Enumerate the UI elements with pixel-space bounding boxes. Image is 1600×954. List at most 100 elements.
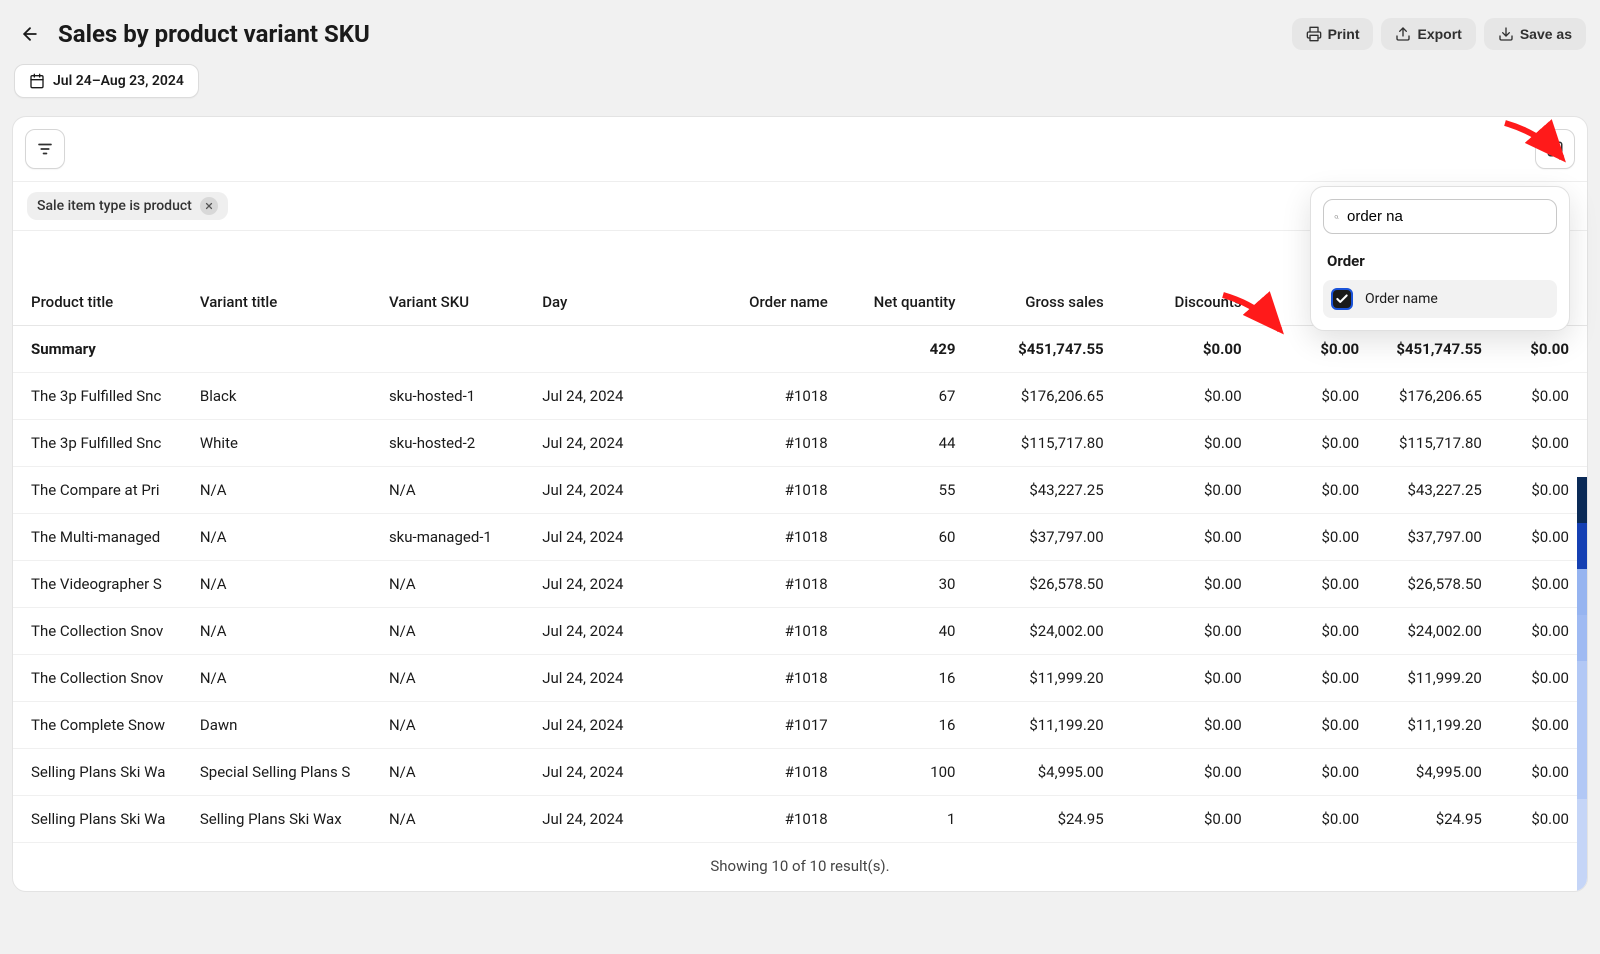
- cell-v3: $0.00: [1490, 420, 1587, 467]
- cell-product: The 3p Fulfilled Snc: [13, 420, 192, 467]
- cell-disc: $0.00: [1112, 655, 1250, 702]
- check-icon: [1335, 292, 1349, 306]
- col-discounts[interactable]: Discounts: [1112, 231, 1250, 326]
- printer-icon: [1306, 26, 1322, 42]
- cell-disc: $0.00: [1112, 561, 1250, 608]
- cell-product: The 3p Fulfilled Snc: [13, 373, 192, 420]
- summary-net-qty: 429: [836, 326, 964, 373]
- cell-v1: $0.00: [1250, 749, 1368, 796]
- cell-sku: sku-hosted-2: [381, 420, 534, 467]
- cell-disc: $0.00: [1112, 420, 1250, 467]
- col-variant-sku[interactable]: Variant SKU: [381, 231, 534, 326]
- cell-variant: White: [192, 420, 381, 467]
- back-button[interactable]: [14, 18, 46, 50]
- table-row[interactable]: Selling Plans Ski WaSpecial Selling Plan…: [13, 749, 1587, 796]
- cell-v1: $0.00: [1250, 702, 1368, 749]
- cell-disc: $0.00: [1112, 749, 1250, 796]
- cell-gross: $115,717.80: [963, 420, 1111, 467]
- cell-sku: N/A: [381, 655, 534, 702]
- col-order-name[interactable]: Order name: [672, 231, 836, 326]
- cell-order: #1018: [672, 796, 836, 843]
- date-range-label: Jul 24–Aug 23, 2024: [53, 73, 184, 89]
- print-button[interactable]: Print: [1292, 18, 1374, 50]
- result-count: Showing 10 of 10 result(s).: [13, 842, 1587, 891]
- col-product-title[interactable]: Product title: [13, 231, 192, 326]
- table-row[interactable]: The Videographer SN/AN/AJul 24, 2024#101…: [13, 561, 1587, 608]
- cell-gross: $43,227.25: [963, 467, 1111, 514]
- cell-qty: 16: [836, 655, 964, 702]
- cell-qty: 1: [836, 796, 964, 843]
- cell-order: #1018: [672, 514, 836, 561]
- save-as-button[interactable]: Save as: [1484, 18, 1586, 50]
- cell-product: Selling Plans Ski Wa: [13, 749, 192, 796]
- cell-sku: sku-managed-1: [381, 514, 534, 561]
- cell-qty: 40: [836, 608, 964, 655]
- summary-v2: $451,747.55: [1367, 326, 1490, 373]
- cell-gross: $37,797.00: [963, 514, 1111, 561]
- table-row[interactable]: The Collection SnovN/AN/AJul 24, 2024#10…: [13, 655, 1587, 702]
- cell-v1: $0.00: [1250, 514, 1368, 561]
- cell-v1: $0.00: [1250, 561, 1368, 608]
- cell-sku: N/A: [381, 561, 534, 608]
- remove-filter-button[interactable]: [200, 197, 218, 215]
- cell-v2: $11,199.20: [1367, 702, 1490, 749]
- column-search-wrap[interactable]: [1323, 199, 1557, 234]
- color-bar: [1577, 523, 1587, 569]
- arrow-left-icon: [20, 24, 40, 44]
- column-section-label: Order: [1327, 252, 1553, 270]
- filter-icon: [36, 140, 54, 158]
- table-row[interactable]: The 3p Fulfilled SncWhitesku-hosted-2Jul…: [13, 420, 1587, 467]
- date-range-selector[interactable]: Jul 24–Aug 23, 2024: [14, 64, 199, 98]
- cell-v3: $0.00: [1490, 467, 1587, 514]
- cell-gross: $176,206.65: [963, 373, 1111, 420]
- cell-v2: $115,717.80: [1367, 420, 1490, 467]
- cell-sku: N/A: [381, 608, 534, 655]
- cell-order: #1018: [672, 373, 836, 420]
- cell-order: #1018: [672, 749, 836, 796]
- table-row[interactable]: Selling Plans Ski WaSelling Plans Ski Wa…: [13, 796, 1587, 843]
- cell-variant: N/A: [192, 561, 381, 608]
- column-search-input[interactable]: [1347, 208, 1546, 225]
- columns-icon: [1546, 140, 1564, 158]
- page-header: Sales by product variant SKU Print Expor…: [0, 0, 1600, 60]
- cell-v2: $11,999.20: [1367, 655, 1490, 702]
- col-gross-sales[interactable]: Gross sales: [963, 231, 1111, 326]
- cell-gross: $24,002.00: [963, 608, 1111, 655]
- table-row[interactable]: The Multi-managedN/Asku-managed-1Jul 24,…: [13, 514, 1587, 561]
- filter-chip[interactable]: Sale item type is product: [27, 192, 228, 220]
- cell-v3: $0.00: [1490, 702, 1587, 749]
- columns-button[interactable]: [1535, 129, 1575, 169]
- cell-disc: $0.00: [1112, 373, 1250, 420]
- color-bar: [1577, 615, 1587, 661]
- col-variant-title[interactable]: Variant title: [192, 231, 381, 326]
- calendar-icon: [29, 73, 45, 89]
- cell-sku: sku-hosted-1: [381, 373, 534, 420]
- checkbox-checked[interactable]: [1331, 288, 1353, 310]
- summary-v3: $0.00: [1490, 326, 1587, 373]
- export-button[interactable]: Export: [1381, 18, 1475, 50]
- cell-v2: $4,995.00: [1367, 749, 1490, 796]
- table-row[interactable]: The 3p Fulfilled SncBlacksku-hosted-1Jul…: [13, 373, 1587, 420]
- col-day[interactable]: Day: [534, 231, 672, 326]
- cell-order: #1017: [672, 702, 836, 749]
- cell-sku: N/A: [381, 467, 534, 514]
- cell-variant: N/A: [192, 514, 381, 561]
- cell-v2: $24.95: [1367, 796, 1490, 843]
- cell-variant: N/A: [192, 655, 381, 702]
- row-color-bars: [1577, 477, 1587, 892]
- cell-variant: Black: [192, 373, 381, 420]
- cell-order: #1018: [672, 608, 836, 655]
- table-row[interactable]: The Collection SnovN/AN/AJul 24, 2024#10…: [13, 608, 1587, 655]
- filter-button[interactable]: [25, 129, 65, 169]
- cell-product: The Complete Snow: [13, 702, 192, 749]
- col-net-quantity[interactable]: Net quantity: [836, 231, 964, 326]
- color-bar: [1577, 661, 1587, 707]
- table-row[interactable]: The Complete SnowDawnN/AJul 24, 2024#101…: [13, 702, 1587, 749]
- cell-day: Jul 24, 2024: [534, 702, 672, 749]
- cell-day: Jul 24, 2024: [534, 749, 672, 796]
- cell-variant: N/A: [192, 467, 381, 514]
- cell-sku: N/A: [381, 796, 534, 843]
- cell-sku: N/A: [381, 749, 534, 796]
- table-row[interactable]: The Compare at PriN/AN/AJul 24, 2024#101…: [13, 467, 1587, 514]
- column-option-order-name[interactable]: Order name: [1323, 280, 1557, 318]
